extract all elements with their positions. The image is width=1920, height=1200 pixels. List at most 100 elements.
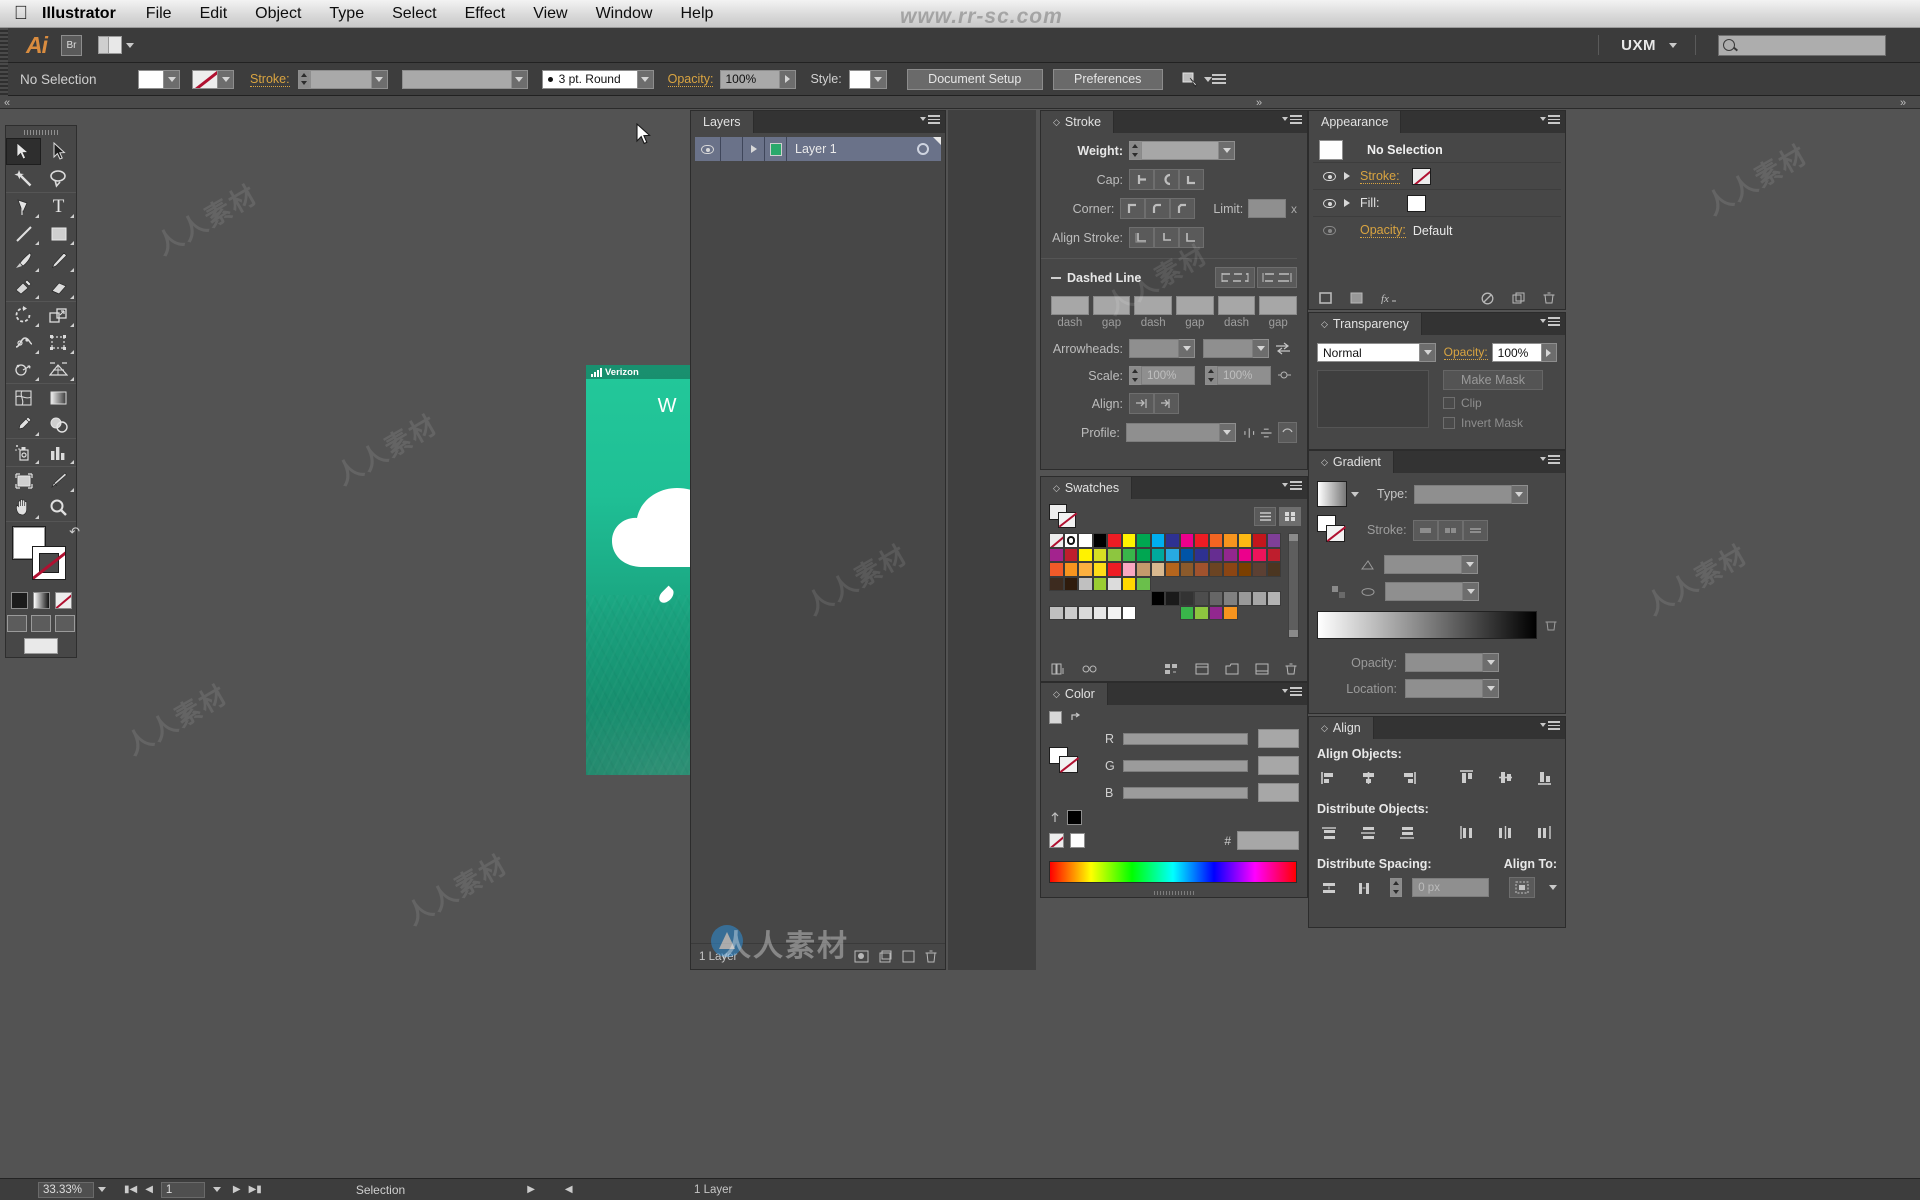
gap-input-1[interactable] [1092,296,1131,315]
color-swatch[interactable] [1223,533,1238,548]
horizontal-distribute-center-button[interactable] [1493,822,1518,843]
add-new-effect-icon[interactable]: fx [1381,292,1397,304]
gradient-opacity-row[interactable]: Opacity: [1317,653,1557,672]
gradient-preview-swatch[interactable] [1317,481,1347,507]
appearance-row-stroke[interactable]: Stroke: [1313,163,1561,190]
color-swatch[interactable] [1063,562,1078,577]
last-page-button[interactable]: ▶▮ [245,1184,266,1195]
tab-swatches[interactable]: ◇ Swatches [1041,477,1133,499]
gradient-aspect-row[interactable] [1317,582,1557,601]
color-swatch[interactable] [1266,562,1281,577]
color-swatch[interactable] [1165,533,1180,548]
first-page-button[interactable]: ▮◀ [120,1184,141,1195]
clip-checkbox-row[interactable]: Clip [1443,396,1543,410]
color-swatch[interactable] [1208,547,1223,562]
horizontal-distribute-left-button[interactable] [1454,822,1479,843]
blend-tool[interactable] [41,411,76,438]
round-join-button[interactable] [1145,198,1171,219]
color-swatch[interactable] [1078,547,1093,562]
chevron-down-icon[interactable] [1203,76,1212,82]
appearance-stroke-label[interactable]: Stroke: [1360,169,1400,184]
align-to-chevron-down-icon[interactable] [1548,885,1557,890]
red-input[interactable] [1257,729,1299,748]
distribute-spacing-controls[interactable]: 0 px [1317,877,1557,898]
fill-swatch[interactable] [138,69,164,89]
color-swatch[interactable] [1194,562,1209,577]
color-swatch[interactable] [1223,562,1238,577]
color-swatch[interactable] [1223,577,1238,592]
bevel-join-button[interactable] [1170,198,1196,219]
draw-behind-button[interactable] [31,615,51,632]
color-swatch[interactable] [1237,547,1252,562]
color-swatch[interactable] [1194,591,1209,606]
color-swatch[interactable] [1238,577,1253,592]
scale-row[interactable]: Scale: 100% 100% [1041,366,1297,385]
distribute-objects-buttons[interactable] [1317,822,1557,843]
width-tool[interactable] [6,329,41,356]
color-swatch[interactable] [1208,591,1223,606]
limit-input[interactable] [1248,199,1286,218]
color-swatch[interactable] [1136,533,1151,548]
fill-color-control[interactable] [138,69,180,89]
grid-view-button[interactable] [1279,506,1301,526]
rectangle-tool[interactable] [41,220,76,247]
layer-name-label[interactable]: Layer 1 [787,142,905,156]
channel-row-g[interactable]: G [1105,756,1299,775]
expand-triangle-icon[interactable] [1344,172,1350,180]
gradient-location-input[interactable] [1405,679,1483,698]
profile-select[interactable] [1125,423,1221,442]
page-chevron-down-icon[interactable] [212,1187,221,1192]
blue-input[interactable] [1257,783,1299,802]
brush-definition-dropdown[interactable] [637,69,654,89]
color-swatch[interactable] [1078,620,1093,635]
visibility-eye-icon[interactable] [1323,226,1336,235]
extend-arrow-beyond-button[interactable] [1129,393,1154,414]
appearance-row-opacity[interactable]: Opacity: Default [1313,217,1561,244]
appearance-panel-tabs[interactable]: Appearance [1309,111,1565,133]
color-swatch[interactable] [1252,591,1267,606]
arrowhead-end-select[interactable] [1203,339,1253,358]
color-hex-row[interactable]: # [1049,831,1299,850]
stroke-panel-tabs[interactable]: ◇ Stroke [1041,111,1307,133]
swap-arrowheads-icon[interactable] [1275,342,1291,355]
collapse-panels-icon[interactable]: « [4,97,10,109]
color-swatch[interactable] [1136,606,1151,621]
appearance-list[interactable]: No Selection Stroke: Fill: Opacity: Defa… [1309,133,1565,244]
stroke-panel[interactable]: ◇ Stroke Weight: Cap: Corner: Limit: x A… [1040,110,1308,470]
color-panel-tabs[interactable]: ◇ Color [1041,683,1307,705]
weight-stepper[interactable] [1129,141,1141,160]
visibility-eye-icon[interactable] [1323,171,1336,181]
menu-item-help[interactable]: Help [666,5,727,23]
slice-tool[interactable] [41,467,76,494]
gradient-location-row[interactable]: Location: [1317,679,1557,698]
gradient-angle-dropdown[interactable] [1462,555,1478,574]
place-arrow-tip-button[interactable] [1154,393,1179,414]
rotate-tool[interactable] [6,302,41,329]
symbol-sprayer-tool[interactable] [6,439,41,466]
color-swatch[interactable] [1107,591,1122,606]
menu-item-object[interactable]: Object [241,5,315,23]
gradient-type-select[interactable] [1413,484,1512,504]
direct-selection-tool[interactable] [41,138,76,165]
screen-mode-button[interactable] [24,638,58,654]
stroke-panel-menu-icon[interactable] [1282,115,1302,124]
color-swatch[interactable] [1049,547,1064,562]
color-swatch[interactable] [1179,547,1194,562]
tools-panel[interactable]: T ↶ [5,125,80,658]
color-bottom-row[interactable] [1049,810,1299,825]
miter-join-button[interactable] [1120,198,1146,219]
dash-preserve-exact-button[interactable] [1215,267,1255,288]
new-layer-icon[interactable] [902,950,915,963]
green-input[interactable] [1257,756,1299,775]
color-swatch[interactable] [1063,605,1078,620]
duplicate-item-icon[interactable] [1512,292,1525,304]
color-swatch[interactable] [1165,562,1180,577]
tab-appearance[interactable]: Appearance [1309,111,1402,133]
eyedropper-tool[interactable] [6,411,41,438]
spacing-stepper[interactable] [1390,878,1403,897]
gradient-type-dropdown[interactable] [1511,484,1528,504]
color-swatch[interactable] [1078,576,1093,591]
color-swatch[interactable] [1267,606,1282,621]
scale-end-stepper[interactable] [1205,366,1217,385]
gradient-preset-chevron-icon[interactable] [1351,491,1359,497]
